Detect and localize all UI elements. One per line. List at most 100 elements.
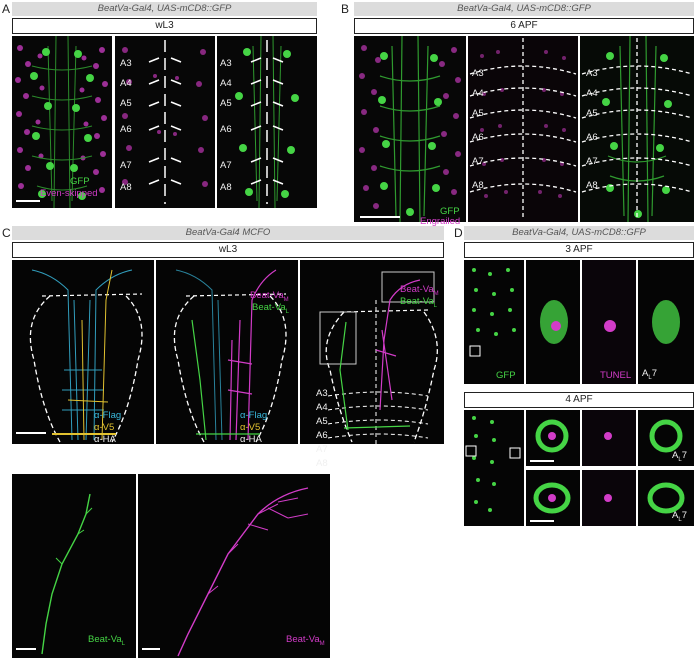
segment-label: A5	[472, 108, 484, 119]
panel-d-4apf-tunel-1	[582, 410, 636, 466]
segment-label: A7	[586, 156, 598, 167]
panel-b-condition: 6 APF	[354, 18, 694, 34]
segment-label: A5	[316, 416, 328, 427]
scale-bar	[16, 432, 46, 434]
segment-label: A3	[472, 68, 484, 79]
cell-num: 7	[651, 368, 657, 379]
panel-d-4apf-gfp-zoom-2	[526, 470, 580, 526]
cell-sub: L	[285, 308, 289, 315]
panel-b-merge-image	[354, 36, 466, 222]
cell-name: Beat-Va	[88, 634, 122, 645]
segment-label: A8	[220, 182, 232, 193]
cell-name: Beat-Va	[400, 296, 434, 307]
segment-label: A5	[220, 98, 232, 109]
segment-label: A6	[220, 124, 232, 135]
panel-c-condition: wL3	[12, 242, 444, 258]
cell-name: Beat-Va	[250, 290, 284, 301]
segment-label: A3	[220, 58, 232, 69]
panel-d-3apf-tunel	[582, 260, 636, 384]
segment-label: A4	[220, 78, 232, 89]
legend-eve: Even-skipped	[40, 188, 98, 199]
scale-bar	[360, 216, 400, 218]
cell-beat-va-m: Beat-VaM	[250, 290, 289, 303]
panel-d-3apf-gfp-only	[638, 260, 694, 384]
panel-c-mcfo-image-2	[156, 260, 298, 444]
segment-label: A6	[120, 124, 132, 135]
panel-b-engrailed-image	[468, 36, 578, 222]
segment-label: A7	[472, 156, 484, 167]
cell-num: 7	[681, 510, 687, 521]
panel-d-4apf-gfp-zoom-1	[526, 410, 580, 466]
panel-b-merge-annotated-image	[580, 36, 694, 222]
cell-name: Beat-Va	[400, 284, 434, 295]
segment-label: A4	[316, 402, 328, 413]
segment-label: A6	[472, 132, 484, 143]
panel-letter-a: A	[2, 2, 11, 16]
ab-ha: α-HA	[240, 434, 262, 445]
panel-c-single-l-image	[12, 474, 136, 658]
panel-d-condition-3apf: 3 APF	[464, 242, 694, 258]
ab-v5: α-V5	[240, 422, 261, 433]
segment-label: A4	[120, 78, 132, 89]
panel-d-3apf-overview	[464, 260, 524, 384]
scale-bar	[16, 200, 40, 202]
segment-label: A5	[586, 108, 598, 119]
panel-b-genotype: BeatVa-Gal4, UAS-mCD8::GFP	[354, 2, 694, 16]
cell-num: 7	[681, 450, 687, 461]
segment-label: A4	[472, 88, 484, 99]
ab-flag: α-Flag	[240, 410, 268, 421]
legend-gfp-a: GFP	[70, 176, 90, 187]
cell-label: AL7	[672, 510, 687, 523]
panel-c-single-m-image	[138, 474, 330, 658]
segment-label: A3	[586, 68, 598, 79]
panel-c-mcfo-image-1	[12, 260, 154, 444]
segment-label: A8	[120, 182, 132, 193]
panel-c-genotype: BeatVa-Gal4 MCFO	[12, 226, 444, 240]
panel-letter-b: B	[341, 2, 350, 16]
segment-label: A5	[120, 98, 132, 109]
cell-name: Beat-Va	[286, 634, 320, 645]
segment-label: A4	[586, 88, 598, 99]
panel-a-merge-image	[12, 36, 112, 208]
cell-sub: L	[433, 302, 437, 309]
panel-a-condition: wL3	[12, 18, 317, 34]
tunel-label: TUNEL	[600, 370, 632, 381]
scale-bar	[530, 460, 554, 462]
cell-label: AL7	[672, 450, 687, 463]
scale-bar	[16, 648, 36, 650]
cell-sub: L	[121, 640, 125, 647]
panel-letter-d: D	[454, 226, 463, 240]
panel-d-4apf-overview	[464, 410, 524, 526]
cell-label: AL7	[642, 368, 657, 381]
cell-name: Beat-Va	[252, 302, 286, 313]
panel-d-3apf-gfp-zoom	[526, 260, 580, 384]
panel-letter-c: C	[2, 226, 11, 240]
cell-beat-va-m: Beat-VaM	[400, 284, 439, 297]
cns-gfp-eve-image	[12, 36, 112, 208]
segment-label: A7	[120, 160, 132, 171]
ab-flag: α-Flag	[94, 410, 122, 421]
scale-bar	[530, 520, 554, 522]
segment-label: A7	[316, 444, 328, 455]
gfp-label-3apf: GFP	[496, 370, 516, 381]
ab-ha: α-HA	[94, 434, 116, 445]
segment-label: A6	[586, 132, 598, 143]
cell-sub: M	[319, 640, 325, 647]
panel-d-condition-4apf: 4 APF	[464, 392, 694, 408]
segment-label: A8	[316, 458, 328, 469]
cell-beat-va-l: Beat-VaL	[252, 302, 289, 315]
panel-a-merge-annotated-image	[217, 36, 317, 208]
segment-label: A8	[586, 180, 598, 191]
segment-label: A6	[316, 430, 328, 441]
panel-d-genotype: BeatVa-Gal4, UAS-mCD8::GFP	[464, 226, 694, 240]
segment-label: A3	[120, 58, 132, 69]
cell-beat-va-m: Beat-VaM	[286, 634, 325, 647]
segment-label: A7	[220, 160, 232, 171]
ab-v5: α-V5	[94, 422, 115, 433]
segment-label: A8	[472, 180, 484, 191]
segment-label: A3	[316, 388, 328, 399]
cell-beat-va-l: Beat-VaL	[400, 296, 437, 309]
panel-a-genotype: BeatVa-Gal4, UAS-mCD8::GFP	[12, 2, 317, 16]
panel-d-4apf-tunel-2	[582, 470, 636, 526]
cell-beat-va-l: Beat-VaL	[88, 634, 125, 647]
